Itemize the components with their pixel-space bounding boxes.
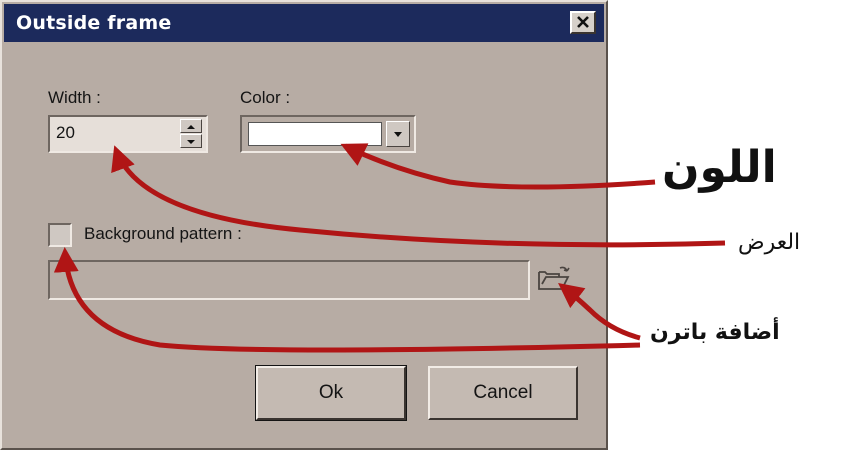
window-title: Outside frame: [16, 12, 172, 34]
color-dropdown[interactable]: [240, 115, 416, 153]
annotation-pattern: أضافة باترن: [650, 320, 780, 345]
cancel-button[interactable]: Cancel: [428, 366, 578, 420]
background-pattern-checkbox[interactable]: [48, 223, 72, 247]
background-pattern-label: Background pattern :: [84, 224, 242, 243]
outside-frame-dialog: Outside frame Width : 20 Color : Backgro…: [0, 0, 608, 450]
color-swatch: [248, 122, 382, 146]
color-dropdown-button[interactable]: [386, 121, 410, 147]
chevron-down-icon: [394, 132, 402, 137]
title-bar[interactable]: Outside frame: [4, 4, 604, 42]
close-button[interactable]: [570, 11, 596, 34]
browse-button[interactable]: [534, 262, 574, 296]
annotation-width: العرض: [738, 230, 801, 255]
width-label: Width :: [48, 88, 101, 107]
spin-down-button[interactable]: [180, 134, 202, 148]
spin-up-button[interactable]: [180, 119, 202, 133]
ok-button[interactable]: Ok: [255, 365, 407, 421]
annotation-color: اللون: [662, 142, 777, 193]
folder-open-icon: [538, 266, 570, 290]
width-spinbox[interactable]: 20: [48, 115, 208, 153]
arrow-down-icon: [187, 140, 195, 144]
color-label: Color :: [240, 88, 291, 107]
close-icon: [577, 16, 589, 28]
pattern-path-input[interactable]: [48, 260, 530, 300]
width-value[interactable]: 20: [56, 123, 75, 143]
arrow-up-icon: [187, 125, 195, 129]
